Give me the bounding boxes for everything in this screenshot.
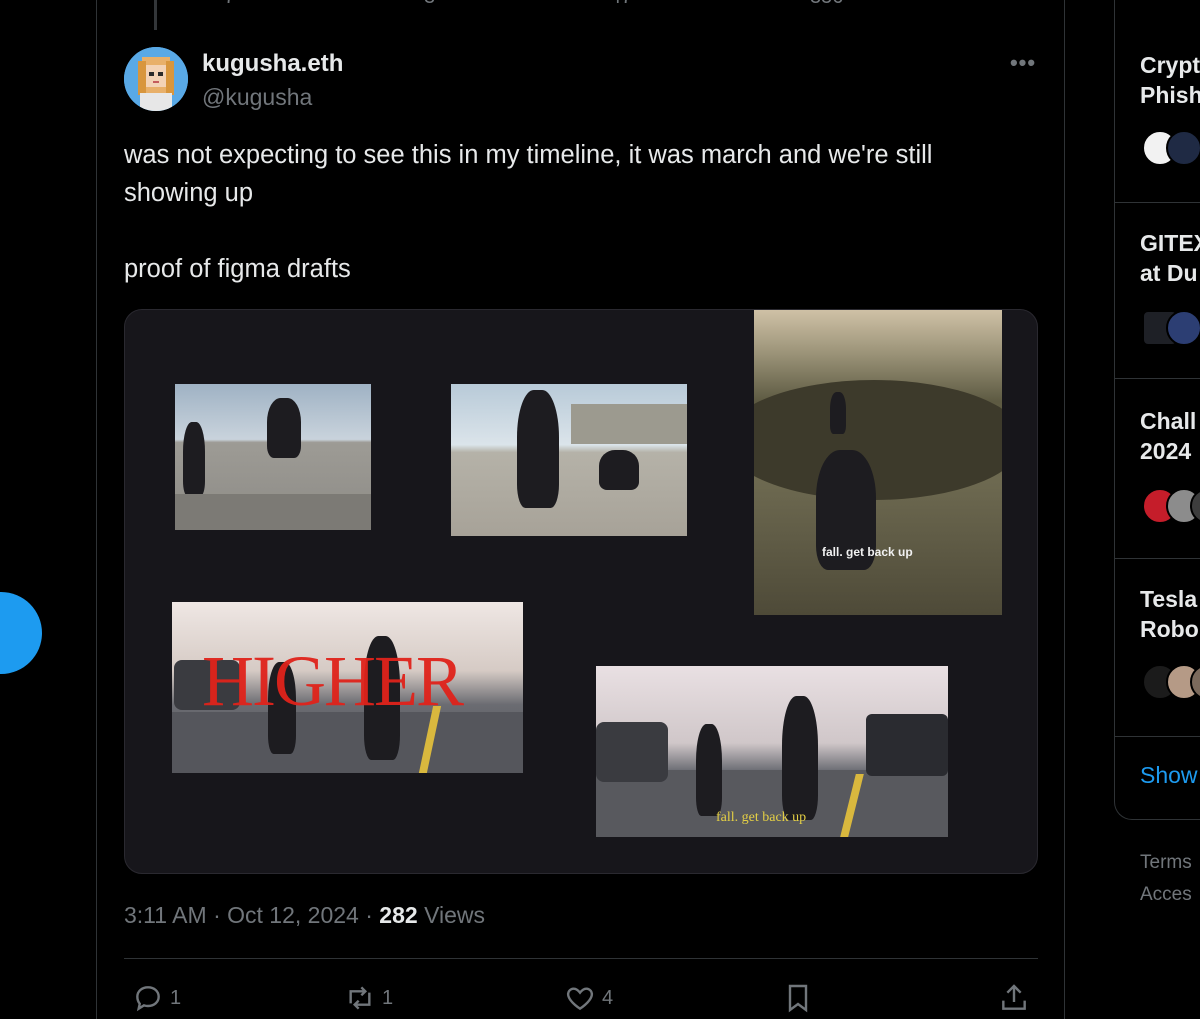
reply-count: 1 — [170, 986, 182, 1009]
center-column-border — [1064, 0, 1065, 1019]
trend-avatars — [1142, 664, 1200, 700]
divider — [1114, 736, 1200, 737]
trend-title-line: 2024 — [1140, 438, 1192, 464]
tweet-text: was not expecting to see this in my time… — [124, 136, 1044, 288]
repost-count: 1 — [382, 986, 394, 1009]
pixel-avatar-image — [124, 47, 188, 111]
left-column-border — [96, 0, 97, 1019]
compose-post-button[interactable] — [0, 592, 42, 674]
street-caption: fall. get back up — [716, 810, 807, 825]
share-button[interactable] — [998, 980, 1036, 1016]
trend-title-line: Chall — [1140, 408, 1197, 434]
trend-avatars — [1142, 310, 1200, 346]
tweet-time[interactable]: 3:11 AM — [124, 902, 207, 928]
trend-item[interactable]: Crypt Phish — [1140, 50, 1200, 110]
prev-reply-count[interactable]: 7 — [224, 0, 235, 9]
display-name[interactable]: kugusha.eth — [202, 50, 343, 78]
views-count: 282 — [379, 902, 418, 928]
avatar[interactable] — [124, 47, 188, 111]
divider — [1114, 558, 1200, 559]
trend-title-line: Phish — [1140, 82, 1200, 108]
separator: · — [365, 902, 373, 928]
tweet-date[interactable]: Oct 12, 2024 — [227, 902, 359, 928]
prev-views-count[interactable]: 356 — [810, 0, 843, 9]
show-more-link[interactable]: Show — [1140, 762, 1198, 789]
avatar — [1166, 310, 1200, 346]
higher-overlay-text: HIGHER — [202, 641, 464, 721]
photo-street-skaters: fall. get back up — [596, 666, 948, 837]
prev-repost-count[interactable]: 3 — [424, 0, 435, 9]
tweet-text-line: was not expecting to see this in my time… — [124, 141, 933, 169]
share-icon — [1002, 984, 1026, 1010]
repost-icon — [349, 986, 371, 1010]
trend-item[interactable]: GITEX at Du — [1140, 228, 1200, 288]
previous-post-actions: 7 3 47 356 — [200, 0, 1040, 8]
photo-skate-bowl: fall. get back up — [754, 310, 1002, 615]
more-options-button[interactable]: ••• — [1004, 46, 1042, 80]
bookmark-icon — [788, 984, 808, 1013]
like-count: 4 — [602, 986, 614, 1009]
photo-higher-street: HIGHER — [172, 602, 523, 773]
tweet-text-line: showing up — [124, 179, 254, 207]
separator: · — [213, 902, 221, 928]
photo-skater-jump — [175, 384, 371, 530]
trend-title-line: Tesla — [1140, 586, 1198, 612]
trend-avatars — [1142, 130, 1200, 166]
trend-avatars — [1142, 488, 1200, 524]
like-button[interactable]: 4 — [564, 980, 613, 1016]
heart-icon — [566, 987, 594, 1011]
reply-icon — [136, 986, 160, 1012]
tweet-timestamp: 3:11 AM · Oct 12, 2024 · 282 Views — [124, 902, 485, 929]
views-label: Views — [424, 902, 485, 928]
tweet-text-line: proof of figma drafts — [124, 255, 351, 283]
avatar — [1166, 130, 1200, 166]
tweet-media-image[interactable]: fall. get back up HIGHER fall. get back … — [124, 309, 1038, 874]
trend-item[interactable]: Tesla Robo — [1140, 584, 1199, 644]
footer-terms-link[interactable]: Terms — [1140, 852, 1192, 874]
trend-item[interactable]: Chall 2024 — [1140, 406, 1196, 466]
trend-title-line: GITEX — [1140, 230, 1200, 256]
bookmark-button[interactable] — [782, 980, 820, 1016]
trend-title-line: Crypt — [1140, 52, 1200, 78]
divider — [1114, 202, 1200, 203]
divider — [1114, 378, 1200, 379]
photo-skater-street — [451, 384, 687, 536]
trend-title-line: at Du — [1140, 260, 1198, 286]
repost-button[interactable]: 1 — [344, 980, 393, 1016]
divider — [124, 958, 1038, 959]
bowl-caption: fall. get back up — [822, 545, 913, 559]
footer-accessibility-link[interactable]: Acces — [1140, 884, 1192, 906]
reply-button[interactable]: 1 — [132, 980, 181, 1016]
prev-like-count[interactable]: 47 — [610, 0, 632, 9]
thread-line — [154, 0, 157, 30]
trend-title-line: Robo — [1140, 616, 1199, 642]
user-handle[interactable]: @kugusha — [202, 84, 312, 111]
